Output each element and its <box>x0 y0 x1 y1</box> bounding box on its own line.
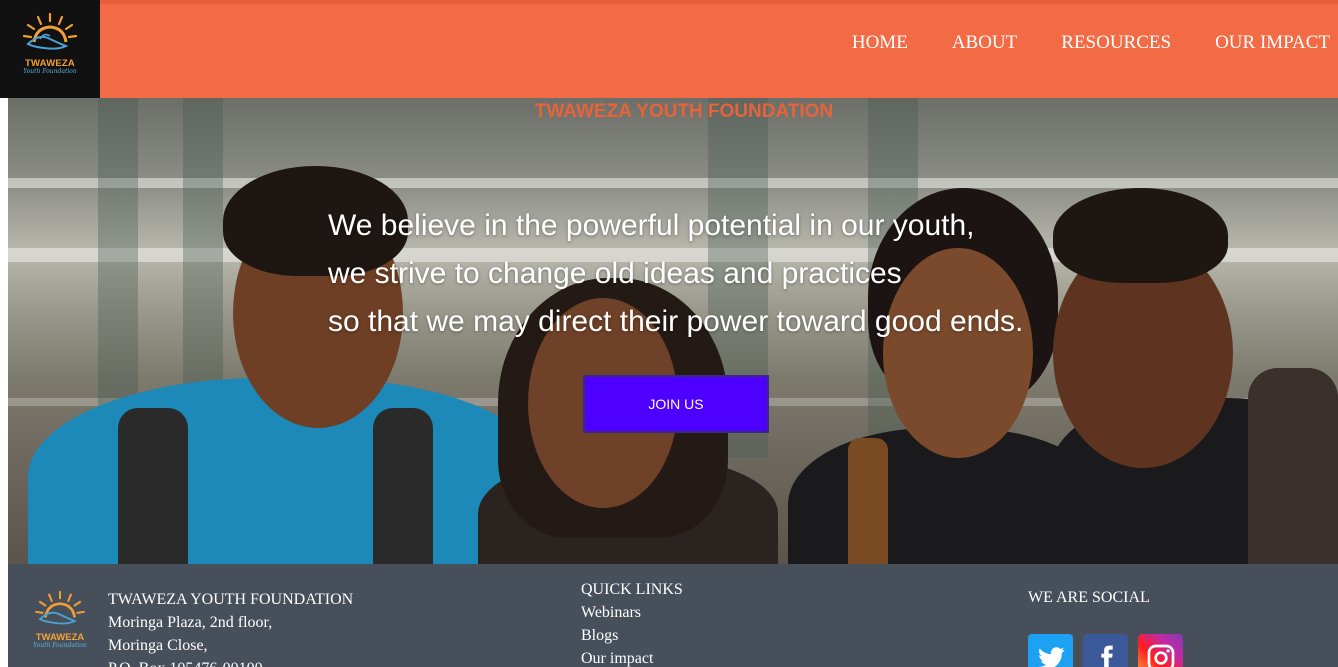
facebook-icon[interactable] <box>1083 634 1128 667</box>
footer-address-line: P.O. Box 105476-00100 <box>108 657 353 667</box>
join-us-button[interactable]: JOIN US <box>583 375 769 433</box>
twitter-icon[interactable] <box>1028 634 1073 667</box>
header-top-border <box>100 0 1338 4</box>
footer-address-line: Moringa Plaza, 2nd floor, <box>108 614 273 631</box>
footer-contact: TWAWEZA YOUTH FOUNDATION Moringa Plaza, … <box>108 588 353 667</box>
site-header: TWAWEZA Youth Foundation HOME ABOUT RESO… <box>0 0 1338 98</box>
link-our-impact[interactable]: Our impact <box>581 647 683 667</box>
nav-about[interactable]: ABOUT <box>952 32 1017 54</box>
main-nav: HOME ABOUT RESOURCES OUR IMPACT <box>852 32 1330 54</box>
footer-logo-subtitle: Youth Foundation <box>33 642 87 649</box>
tagline-line: We believe in the powerful potential in … <box>328 209 975 242</box>
hero-section: TWAWEZA YOUTH FOUNDATION We believe in t… <box>8 98 1338 564</box>
nav-resources[interactable]: RESOURCES <box>1061 32 1171 54</box>
link-blogs[interactable]: Blogs <box>581 624 683 647</box>
hero-title: TWAWEZA YOUTH FOUNDATION <box>534 101 834 122</box>
site-footer: TWAWEZA Youth Foundation TWAWEZA YOUTH F… <box>8 564 1338 667</box>
footer-address-line: Moringa Close, <box>108 637 208 654</box>
footer-logo-icon <box>35 590 85 625</box>
social-title: WE ARE SOCIAL <box>1028 589 1150 606</box>
sun-hand-logo-icon <box>22 12 78 50</box>
logo-subtitle: Youth Foundation <box>23 68 77 75</box>
instagram-icon[interactable] <box>1138 634 1183 667</box>
quick-links: QUICK LINKS Webinars Blogs Our impact <box>581 578 683 667</box>
logo[interactable]: TWAWEZA Youth Foundation <box>0 0 100 98</box>
footer-org-name: TWAWEZA YOUTH FOUNDATION <box>108 591 354 608</box>
nav-our-impact[interactable]: OUR IMPACT <box>1215 32 1330 54</box>
tagline-line: so that we may direct their power toward… <box>328 305 1024 338</box>
hero-tagline: We believe in the powerful potential in … <box>328 202 1023 346</box>
quick-links-title: QUICK LINKS <box>581 581 683 598</box>
nav-home[interactable]: HOME <box>852 32 908 54</box>
link-webinars[interactable]: Webinars <box>581 601 683 624</box>
tagline-line: we strive to change old ideas and practi… <box>328 257 902 290</box>
